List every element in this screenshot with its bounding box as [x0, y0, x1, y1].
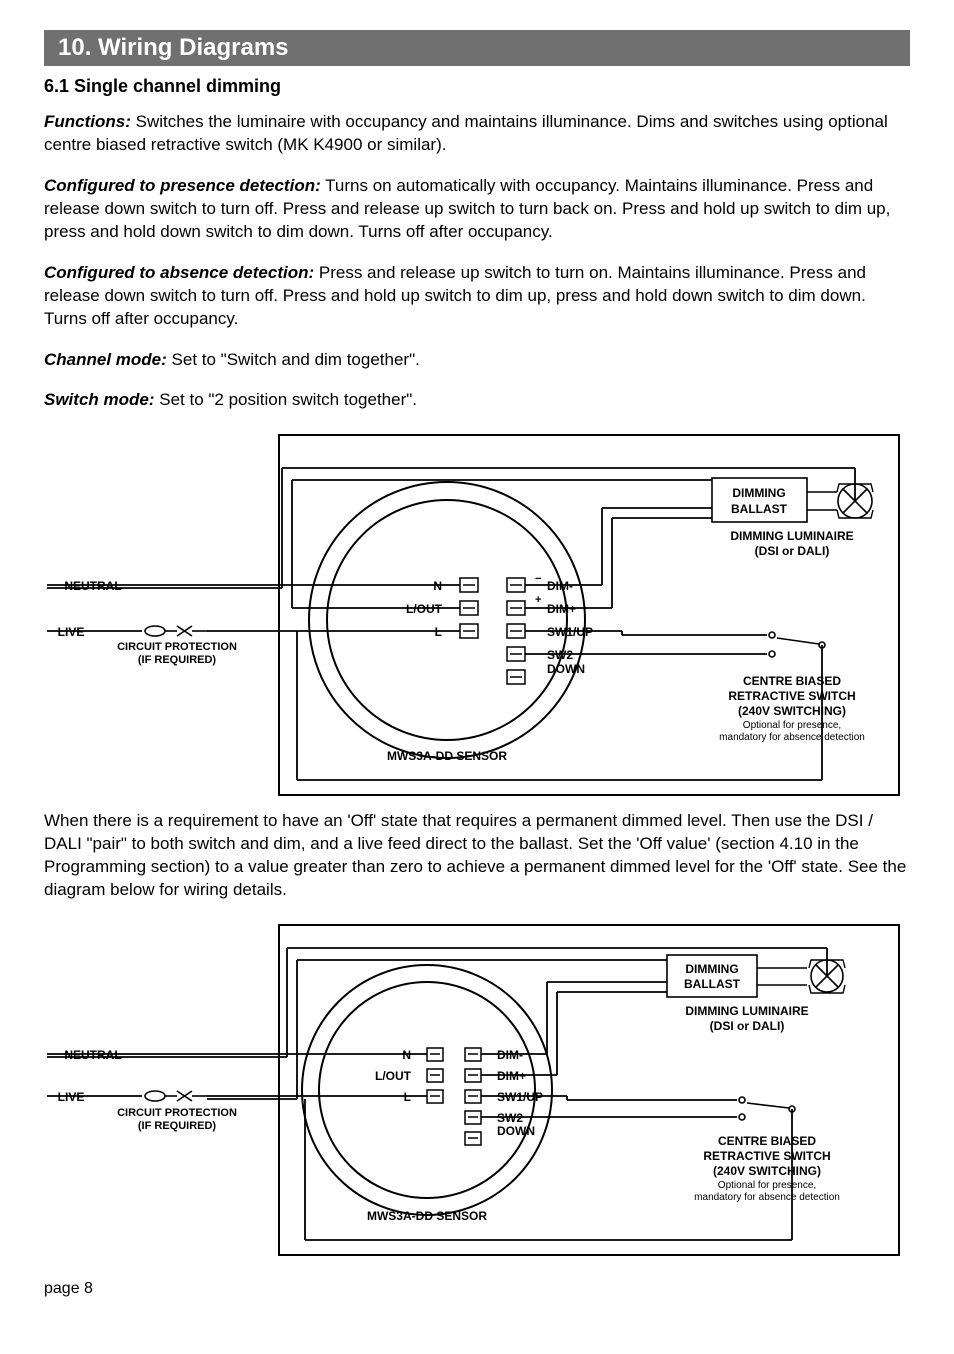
svg-text:+: + — [535, 594, 541, 606]
para-absence: Configured to absence detection: Press a… — [44, 262, 910, 331]
lead-channel: Channel mode: — [44, 350, 167, 369]
svg-text:(IF REQUIRED): (IF REQUIRED) — [138, 654, 217, 666]
svg-text:LIVE: LIVE — [58, 625, 85, 639]
svg-text:N: N — [402, 1048, 411, 1062]
svg-text:BALLAST: BALLAST — [731, 502, 788, 516]
para-switch-mode: Switch mode: Set to "2 position switch t… — [44, 389, 910, 412]
svg-text:DIM-: DIM- — [497, 1048, 523, 1062]
wiring-diagram-2: N L/OUT L DIM- DIM+ SW1/UP SW2 DOWN — [44, 920, 910, 1260]
body-channel: Set to "Switch and dim together". — [167, 350, 420, 369]
para-functions: Functions: Switches the luminaire with o… — [44, 111, 910, 157]
svg-text:MWS3A-DD SENSOR: MWS3A-DD SENSOR — [367, 1209, 487, 1223]
svg-text:−: − — [535, 573, 541, 585]
svg-text:(240V SWITCHING): (240V SWITCHING) — [738, 704, 846, 718]
para-middle: When there is a requirement to have an '… — [44, 810, 910, 902]
para-channel-mode: Channel mode: Set to "Switch and dim tog… — [44, 349, 910, 372]
svg-text:DIM+: DIM+ — [547, 602, 576, 616]
subsection-heading: 6.1 Single channel dimming — [44, 76, 910, 97]
svg-text:L/OUT: L/OUT — [406, 602, 443, 616]
svg-text:L: L — [435, 625, 442, 639]
svg-text:(DSI or DALI): (DSI or DALI) — [755, 544, 830, 558]
svg-text:SW2: SW2 — [497, 1111, 523, 1125]
svg-text:DOWN: DOWN — [547, 662, 585, 676]
lead-presence: Configured to presence detection: — [44, 176, 321, 195]
svg-text:(240V SWITCHING): (240V SWITCHING) — [713, 1164, 821, 1178]
svg-text:(IF REQUIRED): (IF REQUIRED) — [138, 1120, 217, 1132]
svg-text:MWS3A-DD SENSOR: MWS3A-DD SENSOR — [387, 749, 507, 763]
svg-text:DIMMING LUMINAIRE: DIMMING LUMINAIRE — [685, 1004, 808, 1018]
lead-absence: Configured to absence detection: — [44, 263, 314, 282]
body-switchmode: Set to "2 position switch together". — [155, 390, 418, 409]
svg-text:CENTRE BIASED: CENTRE BIASED — [743, 674, 841, 688]
svg-text:DIMMING LUMINAIRE: DIMMING LUMINAIRE — [730, 529, 853, 543]
svg-text:L: L — [404, 1090, 411, 1104]
svg-text:CIRCUIT PROTECTION: CIRCUIT PROTECTION — [117, 641, 237, 653]
svg-text:Optional for presence,: Optional for presence, — [718, 1180, 816, 1191]
svg-text:SW1/UP: SW1/UP — [547, 625, 593, 639]
svg-text:L/OUT: L/OUT — [375, 1069, 412, 1083]
svg-text:DIM-: DIM- — [547, 579, 573, 593]
svg-text:RETRACTIVE SWITCH: RETRACTIVE SWITCH — [728, 689, 855, 703]
svg-text:DIMMING: DIMMING — [685, 962, 738, 976]
svg-text:SW2: SW2 — [547, 648, 573, 662]
svg-text:DIM+: DIM+ — [497, 1069, 526, 1083]
svg-text:BALLAST: BALLAST — [684, 977, 741, 991]
svg-text:DIMMING: DIMMING — [732, 486, 785, 500]
svg-text:NEUTRAL: NEUTRAL — [64, 579, 121, 593]
section-bar: 10. Wiring Diagrams — [44, 30, 910, 66]
lead-functions: Functions: — [44, 112, 131, 131]
page-number: page 8 — [44, 1280, 910, 1298]
svg-text:SW1/UP: SW1/UP — [497, 1090, 543, 1104]
svg-text:mandatory for absence detectio: mandatory for absence detection — [719, 732, 865, 743]
lead-switchmode: Switch mode: — [44, 390, 155, 409]
wiring-diagram-1: − + N L/OUT L DIM- DIM+ SW1/UP SW2 DOWN — [44, 430, 910, 800]
svg-text:N: N — [433, 579, 442, 593]
svg-text:DOWN: DOWN — [497, 1124, 535, 1138]
body-functions: Switches the luminaire with occupancy an… — [44, 112, 888, 154]
svg-text:CENTRE BIASED: CENTRE BIASED — [718, 1134, 816, 1148]
svg-text:NEUTRAL: NEUTRAL — [64, 1048, 121, 1062]
svg-text:mandatory for absence detectio: mandatory for absence detection — [694, 1192, 840, 1203]
para-presence: Configured to presence detection: Turns … — [44, 175, 910, 244]
svg-text:RETRACTIVE SWITCH: RETRACTIVE SWITCH — [703, 1149, 830, 1163]
svg-text:(DSI or DALI): (DSI or DALI) — [710, 1019, 785, 1033]
svg-text:CIRCUIT PROTECTION: CIRCUIT PROTECTION — [117, 1107, 237, 1119]
svg-text:Optional for presence,: Optional for presence, — [743, 720, 841, 731]
svg-text:LIVE: LIVE — [58, 1090, 85, 1104]
